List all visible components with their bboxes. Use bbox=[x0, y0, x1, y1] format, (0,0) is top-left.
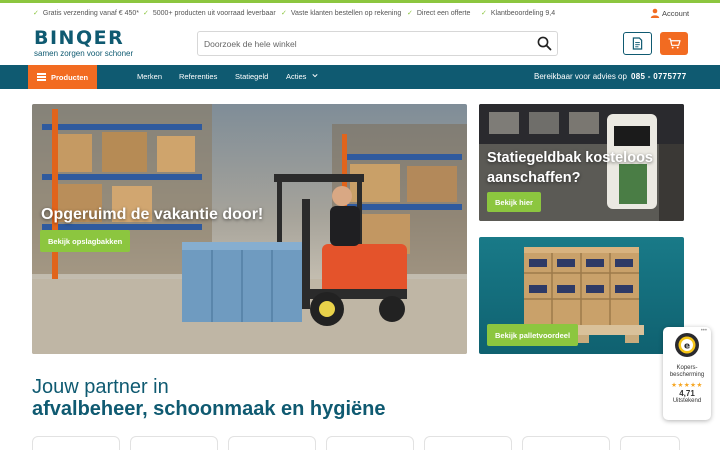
check-icon: ✓ bbox=[407, 10, 413, 17]
warehouse-forklift-image bbox=[32, 104, 467, 354]
category-card[interactable] bbox=[228, 436, 316, 450]
badge-label: Kopers-bescherming bbox=[669, 365, 705, 378]
badge-menu-icon[interactable]: ••• bbox=[701, 328, 707, 334]
usp-item: ✓ Vaste klanten bestellen op rekening bbox=[281, 10, 402, 17]
nav-item-acties[interactable]: Acties bbox=[286, 72, 318, 81]
category-card[interactable] bbox=[620, 436, 680, 450]
products-menu-button[interactable]: Producten bbox=[28, 65, 97, 89]
user-icon bbox=[650, 8, 660, 18]
category-cards bbox=[32, 436, 720, 450]
usp-item: ✓ 5000+ producten uit voorraad leverbaar bbox=[143, 10, 276, 17]
category-card[interactable] bbox=[522, 436, 610, 450]
banner-statiegeld[interactable]: Statiegeldbak kosteloos aanschaffen? Bek… bbox=[479, 104, 684, 221]
usp-bar: ✓ Gratis verzending vanaf € 450* ✓ 5000+ p… bbox=[0, 3, 720, 25]
nav-item-merken[interactable]: Merken bbox=[137, 72, 162, 81]
category-card[interactable] bbox=[424, 436, 512, 450]
logo-tagline: samen zorgen voor schoner bbox=[34, 49, 134, 58]
rating-text: Uitstekend bbox=[672, 398, 702, 404]
quote-button[interactable] bbox=[623, 32, 652, 55]
category-card[interactable] bbox=[130, 436, 218, 450]
document-icon bbox=[632, 37, 643, 50]
search-button[interactable] bbox=[536, 35, 553, 52]
rating-stars: ★★★★★ bbox=[671, 382, 703, 389]
nav-item-statiegeld[interactable]: Statiegeld bbox=[235, 72, 268, 81]
chevron-down-icon bbox=[311, 74, 318, 78]
banner-main-title: Opgeruimd de vakantie door! bbox=[41, 206, 264, 223]
banner-main-button[interactable]: Bekijk opslagbakken bbox=[40, 230, 131, 252]
check-icon: ✓ bbox=[481, 10, 487, 17]
check-icon: ✓ bbox=[143, 10, 149, 17]
site-logo[interactable]: BINQER samen zorgen voor schoner bbox=[34, 29, 134, 59]
usp-item: ✓ Klantbeoordeling 9,4 bbox=[481, 10, 556, 17]
trusted-shops-badge[interactable]: ••• e Kopers-bescherming ★★★★★ 4,71 Uits… bbox=[663, 327, 711, 420]
svg-text:e: e bbox=[684, 342, 690, 352]
banner-pallet[interactable]: Bekijk palletvoordeel bbox=[479, 237, 684, 354]
contact-info: Bereikbaar voor advies op 085 - 0775777 bbox=[534, 72, 687, 81]
banner-statiegeld-button[interactable]: Bekijk hier bbox=[487, 192, 541, 212]
hero-heading: Jouw partner in afvalbeheer, schoonmaak … bbox=[32, 376, 386, 420]
search-input[interactable] bbox=[198, 32, 528, 55]
contact-phone[interactable]: 085 - 0775777 bbox=[631, 72, 687, 81]
trust-seal-icon: e bbox=[675, 333, 699, 357]
banner-statiegeld-title: Statiegeldbak kosteloos aanschaffen? bbox=[487, 150, 653, 186]
banner-main[interactable]: Opgeruimd de vakantie door! Bekijk opsla… bbox=[32, 104, 467, 354]
main-navigation: Producten Merken Referenties Statiegeld … bbox=[0, 65, 720, 89]
usp-item: ✓ Direct een offerte bbox=[407, 10, 471, 17]
hamburger-icon bbox=[37, 72, 46, 83]
search-bar bbox=[197, 31, 558, 56]
category-card[interactable] bbox=[326, 436, 414, 450]
nav-item-referenties[interactable]: Referenties bbox=[179, 72, 217, 81]
rating-score: 4,71 bbox=[679, 389, 695, 398]
cart-button[interactable] bbox=[660, 32, 688, 55]
logo-wordmark: BINQER bbox=[34, 27, 125, 49]
check-icon: ✓ bbox=[33, 10, 39, 17]
search-icon bbox=[537, 36, 552, 51]
usp-item: ✓ Gratis verzending vanaf € 450* bbox=[33, 10, 139, 17]
cart-icon bbox=[668, 38, 681, 49]
account-link[interactable]: Account bbox=[650, 8, 689, 18]
banner-pallet-button[interactable]: Bekijk palletvoordeel bbox=[487, 324, 579, 346]
category-card[interactable] bbox=[32, 436, 120, 450]
check-icon: ✓ bbox=[281, 10, 287, 17]
